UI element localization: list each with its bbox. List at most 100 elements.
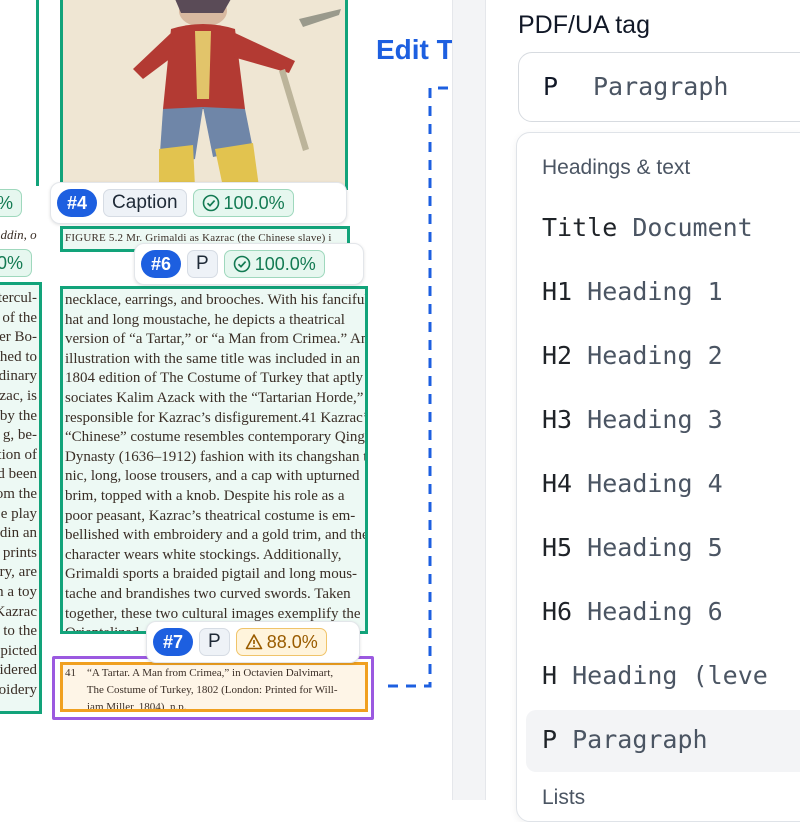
- partial-confidence-badge: 0%: [0, 249, 33, 277]
- left-column-top-fragment: addin, o: [0, 227, 37, 242]
- block-id: #4: [57, 189, 98, 217]
- partial-confidence-badge: %: [0, 189, 23, 217]
- text-line: of the: [2, 309, 37, 326]
- tag-option-p[interactable]: P Paragraph: [542, 725, 708, 754]
- figure-illustration: [63, 0, 345, 187]
- text-line: zac, is: [0, 387, 37, 404]
- block-id: #6: [141, 250, 182, 278]
- text-line: responsible for Kazrac’s disfigurement.4…: [65, 409, 368, 426]
- text-line: itercul-: [0, 290, 37, 306]
- text-line: by the: [0, 407, 37, 424]
- text-line: e play: [0, 505, 37, 522]
- footnote-line: The Costume of Turkey, 1802 (London: Pri…: [65, 684, 338, 696]
- current-tag-code: P: [543, 72, 559, 101]
- confidence-value: 100.0%: [223, 192, 285, 213]
- text-line: oidered: [0, 662, 37, 679]
- tag-option-code: H4: [542, 469, 573, 498]
- tag-option-desc: Heading 3: [587, 405, 723, 434]
- left-column-text: itercul-of the ter Bo-ched to rdinary zac, …: [0, 289, 37, 700]
- tag-option-code: H5: [542, 533, 573, 562]
- tag-option-desc: Heading 4: [587, 469, 723, 498]
- panel-title: PDF/UA tag: [518, 11, 650, 39]
- text-line: o prints: [0, 544, 37, 561]
- footnote-text: 41 “A Tartar. A Man from Crimea,” in Oct…: [63, 665, 365, 712]
- text-line: Grimaldi sports a braided pigtail and lo…: [65, 566, 358, 583]
- text-line: n a toy: [0, 583, 37, 600]
- tag-option-h2[interactable]: H2 Heading 2: [542, 341, 723, 370]
- tag-option-code: H3: [542, 405, 573, 434]
- tag-option-h1[interactable]: H1 Heading 1: [542, 277, 723, 306]
- tag-option-h5[interactable]: H5 Heading 5: [542, 533, 723, 562]
- text-line: g, be-: [2, 427, 37, 444]
- confidence-badge: 100.0%: [223, 250, 325, 278]
- text-line: “Chinese” costume resembles contemporary…: [65, 429, 365, 446]
- tag-option-code: P: [542, 725, 558, 754]
- tag-option-h6[interactable]: H6 Heading 6: [542, 597, 723, 626]
- text-line: om the: [0, 485, 37, 502]
- block-tag[interactable]: Caption: [103, 189, 187, 217]
- confidence-value: 100.0%: [254, 253, 316, 274]
- confidence-value: 88.0%: [266, 631, 318, 652]
- tag-option-h[interactable]: H Heading (leve: [542, 661, 768, 690]
- text-line: character wears white stockings. Additio…: [65, 546, 342, 563]
- tag-option-code: Title: [542, 213, 618, 242]
- left-column-block[interactable]: itercul-of the ter Bo-ched to rdinary zac, …: [0, 282, 42, 714]
- text-line: d been: [0, 466, 37, 483]
- block-badge-4[interactable]: #4 Caption 100.0%: [50, 182, 347, 224]
- tag-option-desc: Document: [632, 213, 753, 242]
- footnote-line: iam Miller, 1804), n.p.: [65, 701, 187, 712]
- tag-option-desc: Heading 6: [587, 597, 723, 626]
- text-line: version of “a Tartar,” or “a Man from Cr…: [65, 331, 368, 348]
- text-line: din an: [0, 525, 37, 542]
- text-line: sociates Kalim Azack with the “Tartarian…: [65, 389, 364, 406]
- partial-confidence-text: %: [0, 193, 13, 214]
- group-header-lists: Lists: [542, 786, 586, 809]
- footnote-block[interactable]: 41 “A Tartar. A Man from Crimea,” in Oct…: [60, 662, 368, 712]
- confidence-badge: 100.0%: [192, 189, 294, 217]
- tag-option-desc: Heading 2: [587, 341, 723, 370]
- partial-confidence-text: 0%: [0, 252, 24, 273]
- text-line: to the: [3, 623, 37, 640]
- tag-option-code: H2: [542, 341, 573, 370]
- text-line: ry, are: [0, 564, 37, 581]
- block-tag[interactable]: P: [199, 628, 230, 656]
- text-line: rdinary: [0, 368, 37, 385]
- left-column-figure-edge: [36, 0, 39, 186]
- text-line: tion of: [0, 446, 37, 463]
- figure-block[interactable]: [60, 0, 348, 190]
- group-header-headings: Headings & text: [542, 156, 691, 179]
- text-line: 1804 edition of The Costume of Turkey th…: [65, 370, 368, 387]
- text-line: ter Bo-: [0, 329, 37, 346]
- paragraph-block[interactable]: necklace, earrings, and brooches. With h…: [60, 286, 368, 634]
- tag-option-code: H1: [542, 277, 573, 306]
- tag-option-desc: Heading 5: [587, 533, 723, 562]
- block-badge-7[interactable]: #7 P 88.0%: [146, 621, 360, 663]
- tag-option-desc: Heading (leve: [572, 661, 768, 690]
- tag-option-desc: Paragraph: [572, 725, 708, 754]
- panel-divider: [452, 0, 486, 800]
- tag-option-code: H: [542, 661, 558, 690]
- tag-option-h4[interactable]: H4 Heading 4: [542, 469, 723, 498]
- text-line: Kazrac: [0, 603, 37, 620]
- check-circle-icon: [233, 255, 251, 273]
- text-line: brim, topped with a knob. Despite his ro…: [65, 487, 345, 504]
- text-line: Dynasty (1636–1912) fashion with its cha…: [65, 448, 368, 465]
- text-line: bellished with embroidery and a gold tri…: [65, 527, 368, 544]
- current-tag-select[interactable]: P Paragraph: [518, 52, 800, 122]
- block-badge-6[interactable]: #6 P 100.0%: [134, 243, 364, 285]
- text-line: roidery: [0, 681, 37, 698]
- check-circle-icon: [202, 194, 219, 212]
- block-tag[interactable]: P: [187, 250, 218, 278]
- text-line: hat and long moustache, he depicts a the…: [65, 311, 345, 328]
- text-line: tache and brandishes two curved swords. …: [65, 585, 351, 602]
- tag-option-h3[interactable]: H3 Heading 3: [542, 405, 723, 434]
- current-tag-desc: Paragraph: [593, 72, 729, 101]
- text-line: necklace, earrings, and brooches. With h…: [65, 292, 368, 308]
- tag-option-desc: Heading 1: [587, 277, 723, 306]
- confidence-warning-badge: 88.0%: [235, 628, 327, 656]
- text-line: ched to: [0, 348, 37, 365]
- tag-option-code: H6: [542, 597, 573, 626]
- tag-option-title[interactable]: Title Document: [542, 213, 753, 242]
- block-id: #7: [153, 628, 194, 656]
- warning-triangle-icon: [245, 634, 263, 650]
